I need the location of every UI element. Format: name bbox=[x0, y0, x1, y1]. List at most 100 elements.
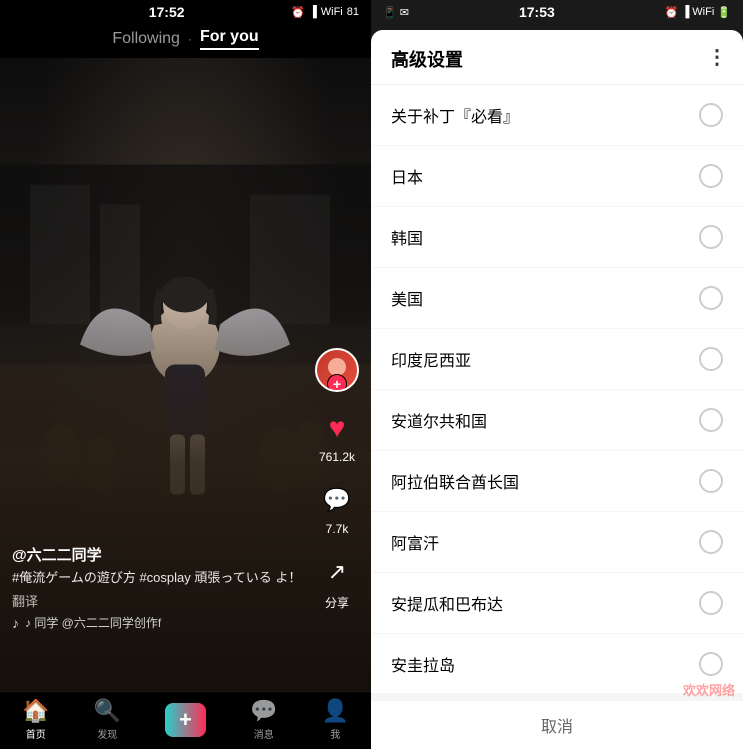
settings-item-4[interactable]: 印度尼西亚 bbox=[371, 329, 743, 390]
settings-item-2[interactable]: 韩国 bbox=[371, 207, 743, 268]
nav-create[interactable]: + bbox=[165, 703, 206, 737]
radio-button-1[interactable] bbox=[699, 164, 723, 188]
nav-profile-label: 我 bbox=[330, 726, 340, 741]
radio-inner-5 bbox=[706, 415, 716, 425]
nav-separator: · bbox=[188, 32, 192, 46]
status-icons: ⏰ ▐ WiFi 81 bbox=[291, 6, 359, 19]
radio-inner-9 bbox=[706, 659, 716, 669]
heart-icon: ♥ bbox=[317, 408, 357, 448]
alarm-icon: ⏰ bbox=[291, 6, 305, 19]
action-overlay: ♥ 761.2k 💬 7.7k ↗ 分享 bbox=[315, 348, 359, 611]
messages-icon: 💬 bbox=[250, 698, 277, 724]
creator-username[interactable]: @六二二同学 bbox=[12, 544, 311, 565]
radio-inner-4 bbox=[706, 354, 716, 364]
comment-button[interactable]: 💬 7.7k bbox=[317, 480, 357, 536]
right-panel: 📱 ✉ 17:53 ⏰ ▐ WiFi 🔋 高级设置 ⋮ 关于补丁『必看』 日本 bbox=[371, 0, 743, 749]
radio-button-5[interactable] bbox=[699, 408, 723, 432]
status-bar-left: 17:52 ⏰ ▐ WiFi 81 bbox=[0, 0, 371, 24]
radio-button-2[interactable] bbox=[699, 225, 723, 249]
radio-button-7[interactable] bbox=[699, 530, 723, 554]
nav-home[interactable]: 🏠 首页 bbox=[22, 698, 49, 741]
discover-icon: 🔍 bbox=[94, 698, 121, 724]
video-description: #俺流ゲームの遊び方 #cosplay 頑張っている よ！ bbox=[12, 569, 311, 587]
tab-for-you[interactable]: For you bbox=[200, 28, 259, 50]
video-area[interactable]: ♥ 761.2k 💬 7.7k ↗ 分享 @六二二同学 #俺流ゲームの遊び方 #… bbox=[0, 58, 371, 691]
settings-item-8[interactable]: 安提瓜和巴布达 bbox=[371, 573, 743, 634]
radio-inner-2 bbox=[706, 232, 716, 242]
nav-tabs: Following · For you bbox=[0, 24, 371, 58]
nav-discover[interactable]: 🔍 发现 bbox=[94, 698, 121, 741]
comment-count: 7.7k bbox=[326, 522, 349, 536]
home-icon: 🏠 bbox=[22, 698, 49, 724]
status-bar-right: 📱 ✉ 17:53 ⏰ ▐ WiFi 🔋 bbox=[371, 0, 743, 24]
settings-item-label-9: 安圭拉岛 bbox=[391, 652, 455, 676]
radio-inner-8 bbox=[706, 598, 716, 608]
settings-title: 高级设置 bbox=[391, 46, 463, 72]
translate-link[interactable]: 翻译 bbox=[12, 591, 311, 610]
wifi-icon: WiFi bbox=[321, 6, 343, 18]
settings-item-label-0: 关于补丁『必看』 bbox=[391, 103, 519, 127]
settings-modal: 高级设置 ⋮ 关于补丁『必看』 日本 韩国 美国 印度尼西 bbox=[371, 30, 743, 749]
cancel-button[interactable]: 取消 bbox=[371, 693, 743, 749]
signal-icon: ▐ bbox=[309, 6, 317, 18]
settings-item-label-3: 美国 bbox=[391, 286, 423, 310]
battery-icon: 81 bbox=[347, 6, 359, 18]
settings-item-label-1: 日本 bbox=[391, 164, 423, 188]
settings-item-label-4: 印度尼西亚 bbox=[391, 347, 471, 371]
settings-item-7[interactable]: 阿富汗 bbox=[371, 512, 743, 573]
avatar-face bbox=[317, 350, 357, 390]
cancel-label: 取消 bbox=[541, 719, 573, 736]
radio-button-4[interactable] bbox=[699, 347, 723, 371]
tab-following[interactable]: Following bbox=[112, 30, 180, 48]
settings-item-label-8: 安提瓜和巴布达 bbox=[391, 591, 503, 615]
create-button[interactable]: + bbox=[165, 703, 206, 737]
music-note-icon: ♪ bbox=[12, 615, 19, 631]
nav-messages[interactable]: 💬 消息 bbox=[250, 698, 277, 741]
comment-icon: 💬 bbox=[317, 480, 357, 520]
radio-inner-3 bbox=[706, 293, 716, 303]
nav-messages-label: 消息 bbox=[254, 726, 274, 741]
right-time-display: 17:53 bbox=[519, 4, 555, 20]
creator-avatar[interactable] bbox=[315, 348, 359, 392]
settings-item-label-2: 韩国 bbox=[391, 225, 423, 249]
time-display: 17:52 bbox=[149, 4, 185, 20]
right-status-icons: 📱 ✉ bbox=[383, 6, 409, 19]
radio-inner-7 bbox=[706, 537, 716, 547]
radio-button-9[interactable] bbox=[699, 652, 723, 676]
nav-discover-label: 发现 bbox=[97, 726, 117, 741]
like-button[interactable]: ♥ 761.2k bbox=[317, 408, 357, 464]
settings-item-label-7: 阿富汗 bbox=[391, 530, 439, 554]
left-panel: 17:52 ⏰ ▐ WiFi 81 Following · For you bbox=[0, 0, 371, 749]
share-icon: ↗ bbox=[317, 552, 357, 592]
radio-inner-6 bbox=[706, 476, 716, 486]
settings-item-9[interactable]: 安圭拉岛 bbox=[371, 634, 743, 693]
like-count: 761.2k bbox=[319, 450, 355, 464]
settings-item-3[interactable]: 美国 bbox=[371, 268, 743, 329]
more-options-icon[interactable]: ⋮ bbox=[707, 45, 727, 70]
settings-list: 关于补丁『必看』 日本 韩国 美国 印度尼西亚 安道尔共和国 bbox=[371, 85, 743, 693]
share-label: 分享 bbox=[325, 594, 349, 611]
video-info: @六二二同学 #俺流ゲームの遊び方 #cosplay 頑張っている よ！ 翻译 … bbox=[12, 544, 311, 631]
settings-item-label-6: 阿拉伯联合酋长国 bbox=[391, 469, 519, 493]
right-wifi-icon: WiFi bbox=[692, 6, 714, 18]
right-alarm-icon: ⏰ bbox=[665, 6, 679, 19]
radio-button-0[interactable] bbox=[699, 103, 723, 127]
music-info: ♪ ♪ 同学 @六二二同学创作f bbox=[12, 614, 311, 631]
settings-item-label-5: 安道尔共和国 bbox=[391, 408, 487, 432]
share-button[interactable]: ↗ 分享 bbox=[317, 552, 357, 611]
radio-inner-0 bbox=[706, 110, 716, 120]
settings-header: 高级设置 ⋮ bbox=[371, 30, 743, 85]
radio-button-8[interactable] bbox=[699, 591, 723, 615]
right-signal-icon: ▐ bbox=[682, 6, 690, 18]
settings-item-1[interactable]: 日本 bbox=[371, 146, 743, 207]
settings-item-0[interactable]: 关于补丁『必看』 bbox=[371, 85, 743, 146]
settings-item-6[interactable]: 阿拉伯联合酋长国 bbox=[371, 451, 743, 512]
radio-button-6[interactable] bbox=[699, 469, 723, 493]
nav-profile[interactable]: 👤 我 bbox=[322, 698, 349, 741]
bottom-nav: 🏠 首页 🔍 发现 + 💬 消息 👤 我 bbox=[0, 691, 371, 749]
settings-item-5[interactable]: 安道尔共和国 bbox=[371, 390, 743, 451]
right-battery-icon: 🔋 bbox=[717, 6, 731, 19]
profile-icon: 👤 bbox=[322, 698, 349, 724]
nav-home-label: 首页 bbox=[26, 726, 46, 741]
radio-button-3[interactable] bbox=[699, 286, 723, 310]
